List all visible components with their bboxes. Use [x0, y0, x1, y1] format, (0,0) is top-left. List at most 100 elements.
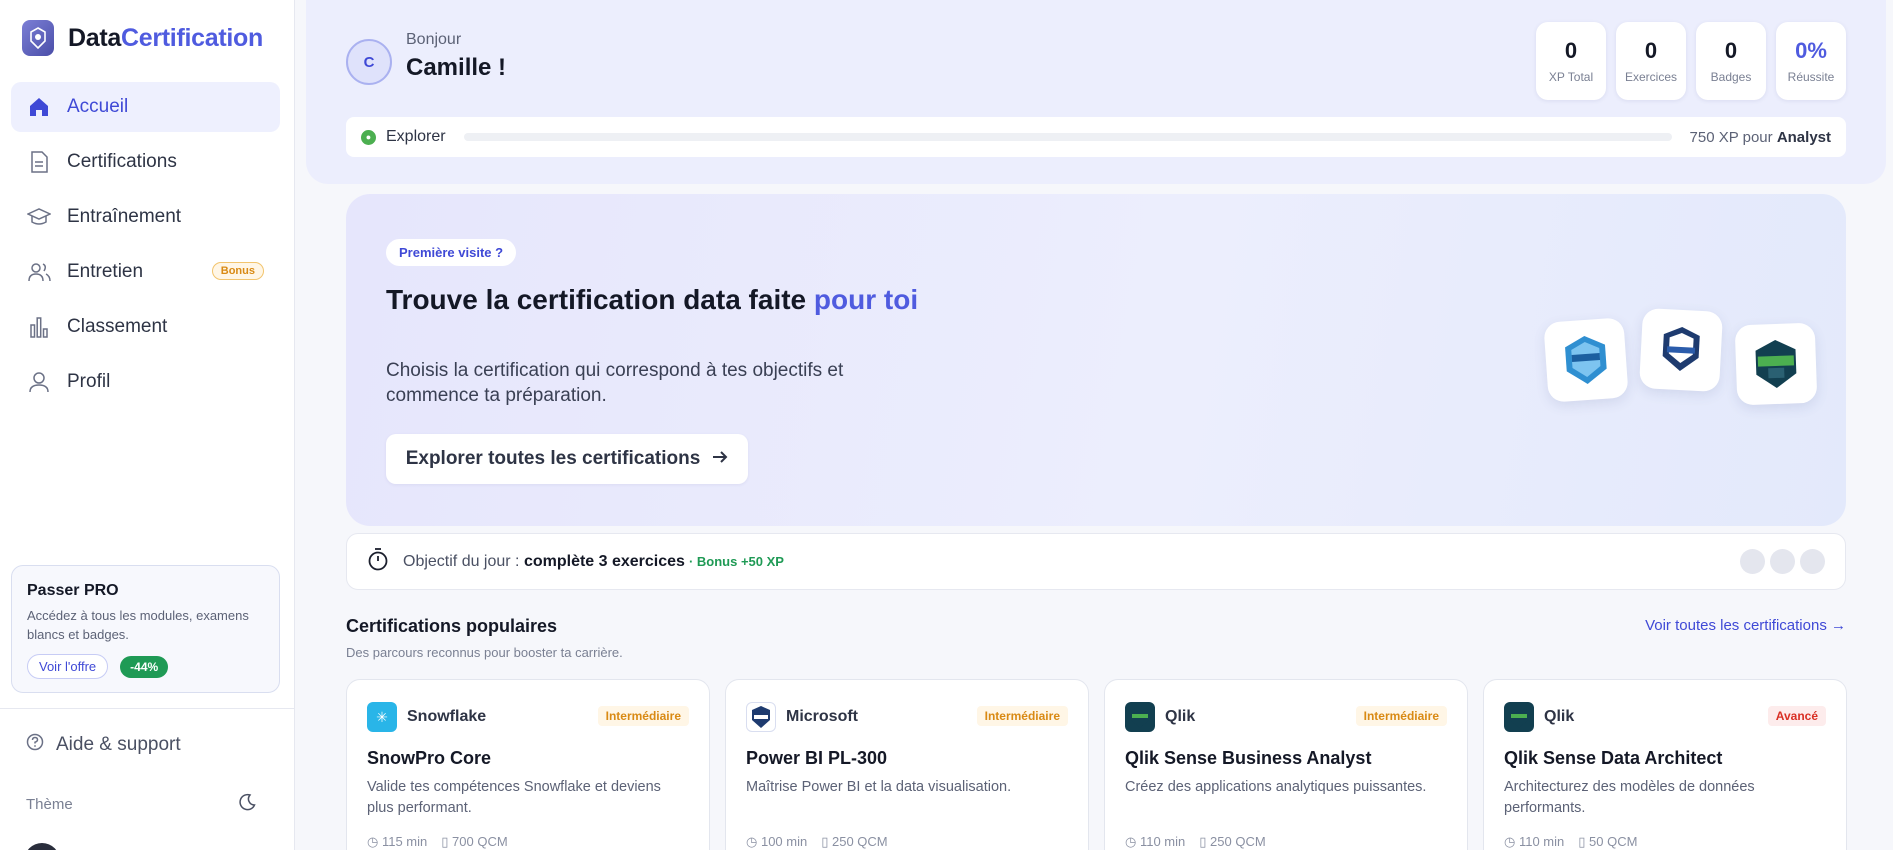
level-info: 750 XP pour Analyst: [1689, 128, 1831, 146]
arrow-right-icon: [712, 448, 728, 470]
duration-meta: ◷ 115 min: [367, 834, 428, 849]
cta-label: Explorer toutes les certifications: [405, 448, 701, 469]
level-track: [463, 133, 1672, 141]
level-badge: Avancé: [1767, 706, 1826, 726]
stat-value: 0: [1564, 38, 1578, 63]
first-visit-tag: Première visite ?: [386, 239, 517, 266]
pro-title: Passer PRO: [27, 582, 119, 599]
level-badge: Intermédiaire: [1355, 706, 1447, 726]
leaf-icon: ●: [361, 129, 376, 145]
help-label: Aide & support: [56, 734, 181, 755]
sidebar-item-accueil[interactable]: Accueil: [11, 82, 280, 132]
users-icon: [27, 260, 51, 284]
duration-meta: ◷ 100 min: [746, 834, 808, 849]
hero-description: Choisis la certification qui correspond …: [386, 360, 844, 406]
daily-objective: Objectif du jour : complète 3 exercices ·…: [346, 533, 1846, 590]
view-offer-button[interactable]: Voir l'offre: [27, 654, 109, 679]
stat-value: 0: [1644, 38, 1658, 63]
qcm-meta: ▯ 250 QCM: [1199, 834, 1266, 849]
progress-dot: [1800, 549, 1825, 574]
sidebar-item-entrainement[interactable]: Entraînement: [11, 192, 280, 242]
theme-row: Thème: [26, 793, 256, 815]
card-provider: Snowflake: [407, 708, 487, 725]
greeting: Bonjour: [406, 31, 462, 48]
progress-dot: [1770, 549, 1795, 574]
sidebar-item-label: Accueil: [67, 96, 129, 117]
sidebar-item-label: Profil: [67, 371, 111, 392]
sidebar-item-entretien[interactable]: Entretien Bonus: [11, 247, 280, 297]
home-icon: [27, 95, 51, 119]
pro-description: Accédez à tous les modules, examens blan…: [27, 608, 249, 642]
objective-progress-dots: [1740, 549, 1825, 574]
card-description: Architecturez des modèles de données per…: [1504, 779, 1755, 816]
stat-exercices: 0 Exercices: [1616, 22, 1686, 100]
stat-xp-total: 0 XP Total: [1536, 22, 1606, 100]
certification-card[interactable]: Qlik Avancé Qlik Sense Data Architect Ar…: [1483, 679, 1847, 850]
duration-meta: ◷ 110 min: [1504, 834, 1565, 849]
stat-value: 0: [1724, 38, 1738, 63]
sidebar-item-label: Classement: [67, 316, 168, 337]
level-badge: Intermédiaire: [976, 706, 1068, 726]
card-meta: ◷ 115 min ▯ 700 QCM: [367, 834, 508, 850]
card-title: Qlik Sense Business Analyst: [1125, 748, 1372, 768]
dashboard-header: C Bonjour Camille ! 0 XP Total 0 Exercic…: [306, 0, 1886, 184]
certification-card[interactable]: Microsoft Intermédiaire Power BI PL-300 …: [725, 679, 1089, 850]
brand-name: DataCertification: [68, 23, 263, 52]
brand[interactable]: DataCertification: [22, 20, 263, 56]
qlik-logo-icon: [1125, 702, 1155, 732]
pro-upsell-card: Passer PRO Accédez à tous les modules, e…: [11, 565, 280, 693]
card-description: Maîtrise Power BI et la data visualisati…: [746, 779, 1012, 795]
user-icon: [27, 370, 51, 394]
stat-badges: 0 Badges: [1696, 22, 1766, 100]
certification-cards: ✳ Snowflake Intermédiaire SnowPro Core V…: [346, 679, 1847, 850]
snowflake-logo-icon: ✳: [367, 702, 397, 732]
qcm-meta: ▯ 50 QCM: [1578, 834, 1638, 849]
card-meta: ◷ 110 min ▯ 250 QCM: [1125, 834, 1266, 850]
explore-certifications-button[interactable]: Explorer toutes les certifications: [386, 434, 748, 484]
level-progress-bar: ● Explorer 750 XP pour Analyst: [346, 117, 1846, 157]
microsoft-badge-icon: [1638, 307, 1724, 393]
card-title: SnowPro Core: [367, 748, 492, 768]
stat-label: XP Total: [1548, 70, 1594, 84]
card-provider: Qlik: [1544, 708, 1575, 725]
card-meta: ◷ 110 min ▯ 50 QCM: [1504, 834, 1637, 850]
section-title: Certifications populaires: [346, 616, 558, 636]
card-title: Qlik Sense Data Architect: [1504, 748, 1723, 768]
sidebar-item-label: Certifications: [67, 151, 177, 172]
help-support-link[interactable]: Aide & support: [26, 733, 181, 757]
objective-text: Objectif du jour : complète 3 exercices ·…: [403, 552, 784, 570]
user-avatar[interactable]: [24, 843, 60, 850]
progress-dot: [1740, 549, 1765, 574]
stat-label: Réussite: [1787, 70, 1835, 84]
stat-label: Exercices: [1624, 70, 1677, 84]
sidebar-item-classement[interactable]: Classement: [11, 302, 280, 352]
bonus-badge: Bonus: [211, 262, 264, 280]
qcm-meta: ▯ 250 QCM: [821, 834, 888, 849]
avatar[interactable]: C: [346, 39, 392, 85]
first-visit-hero: Première visite ? Trouve la certificatio…: [346, 194, 1846, 526]
theme-label: Thème: [26, 795, 73, 813]
card-description: Créez des applications analytiques puiss…: [1125, 779, 1427, 795]
duration-meta: ◷ 110 min: [1125, 834, 1186, 849]
see-all-certifications-link[interactable]: Voir toutes les certifications →: [1645, 617, 1846, 634]
sidebar-item-certifications[interactable]: Certifications: [11, 137, 280, 187]
moon-icon[interactable]: [238, 793, 256, 815]
discount-badge: -44%: [120, 655, 169, 678]
graduation-cap-icon: [27, 205, 51, 229]
hero-title: Trouve la certification data faite pour …: [386, 284, 919, 315]
certification-card[interactable]: ✳ Snowflake Intermédiaire SnowPro Core V…: [346, 679, 710, 850]
document-icon: [27, 150, 51, 174]
sidebar-item-profil[interactable]: Profil: [11, 357, 280, 407]
stat-reussite: 0% Réussite: [1776, 22, 1846, 100]
qlik-badge-icon: [1734, 322, 1818, 406]
sidebar-item-label: Entretien: [67, 261, 144, 282]
certification-card[interactable]: Qlik Intermédiaire Qlik Sense Business A…: [1104, 679, 1468, 850]
sidebar: DataCertification Accueil Certifications…: [0, 0, 295, 850]
card-meta: ◷ 100 min ▯ 250 QCM: [746, 834, 888, 850]
bar-chart-icon: [27, 315, 51, 339]
card-provider: Microsoft: [786, 708, 858, 725]
card-title: Power BI PL-300: [746, 748, 888, 768]
stat-label: Badges: [1710, 70, 1752, 84]
sidebar-divider: [0, 708, 295, 709]
card-provider: Qlik: [1165, 708, 1196, 725]
